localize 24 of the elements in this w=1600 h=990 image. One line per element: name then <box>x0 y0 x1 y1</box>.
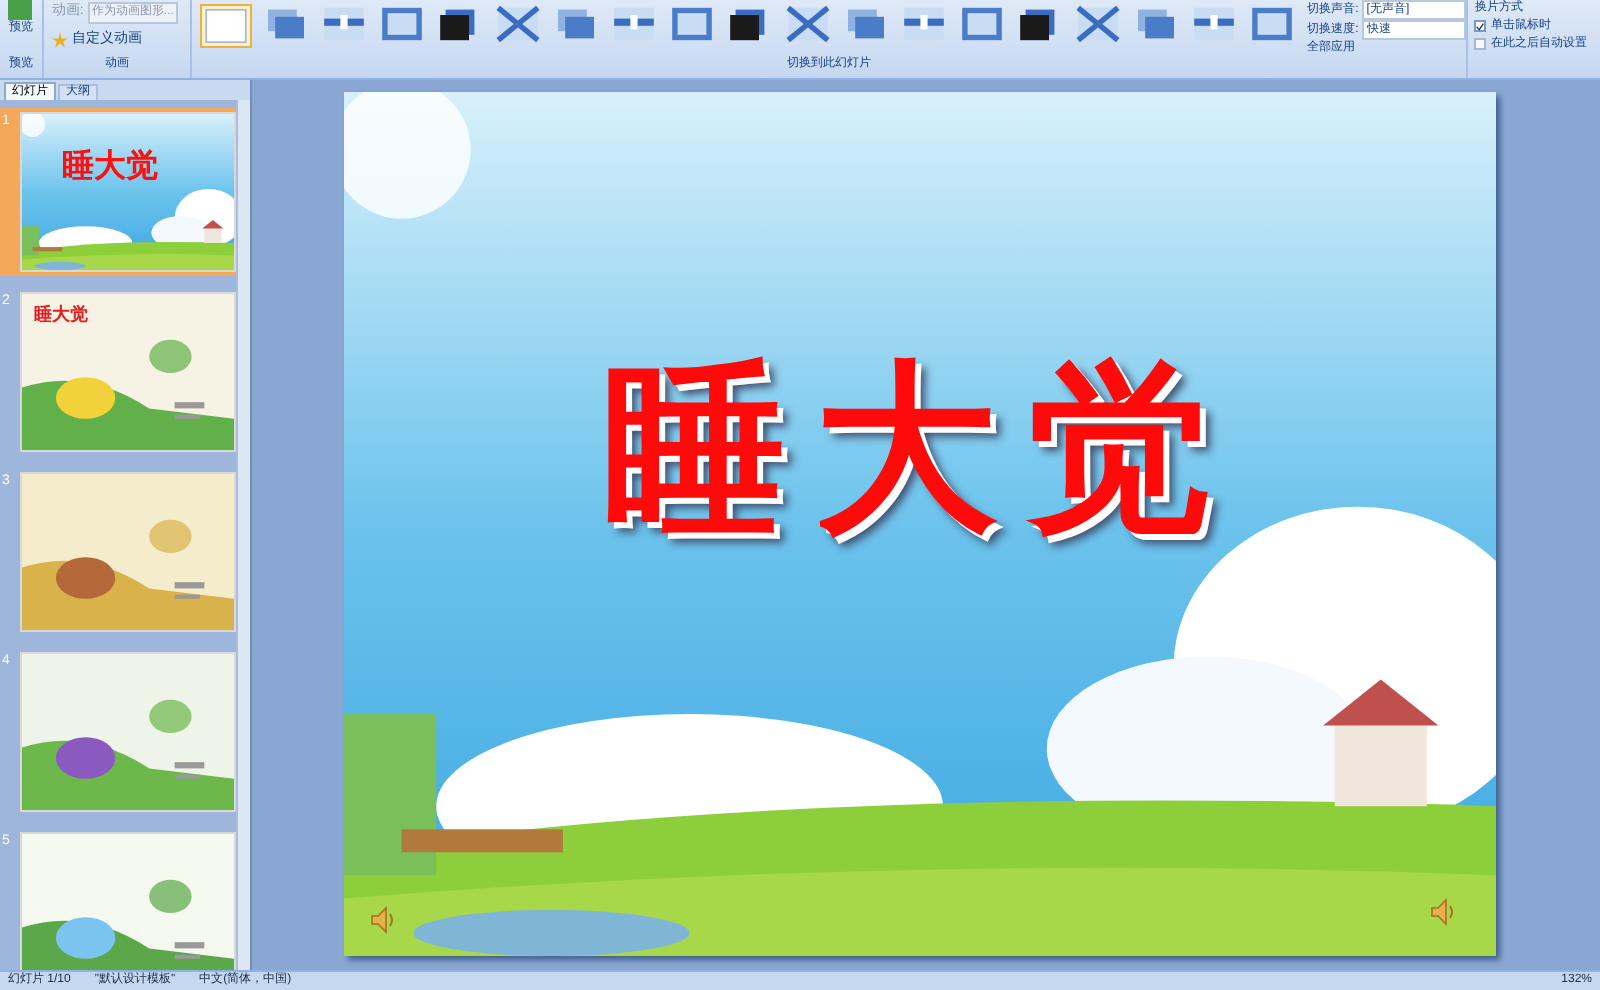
transition-icon <box>203 8 248 44</box>
transition-icon <box>611 6 656 42</box>
transition-icon <box>321 6 366 42</box>
transition-icon <box>1191 6 1236 42</box>
check-icon <box>1476 21 1485 31</box>
transition-icon <box>263 6 308 42</box>
transition-icon <box>1249 6 1294 42</box>
checkbox[interactable] <box>1474 20 1487 32</box>
star-icon <box>51 32 68 48</box>
thumbnail-title: 睡大觉 <box>62 147 158 188</box>
thumbnail-title: 睡大觉 <box>34 302 88 328</box>
slide-title: 睡大觉 <box>600 346 1240 556</box>
transition-icon <box>553 6 598 42</box>
checkbox[interactable] <box>1474 38 1487 50</box>
scrollbar[interactable] <box>236 100 250 970</box>
transition-icon <box>843 6 888 42</box>
transition-icon <box>1133 6 1178 42</box>
transition-icon <box>1075 6 1120 42</box>
transition-icon <box>901 6 946 42</box>
transition-icon <box>669 6 714 42</box>
transition-icon <box>495 6 540 42</box>
transition-icon <box>959 6 1004 42</box>
transition-icon <box>785 6 830 42</box>
transition-icon <box>379 6 424 42</box>
